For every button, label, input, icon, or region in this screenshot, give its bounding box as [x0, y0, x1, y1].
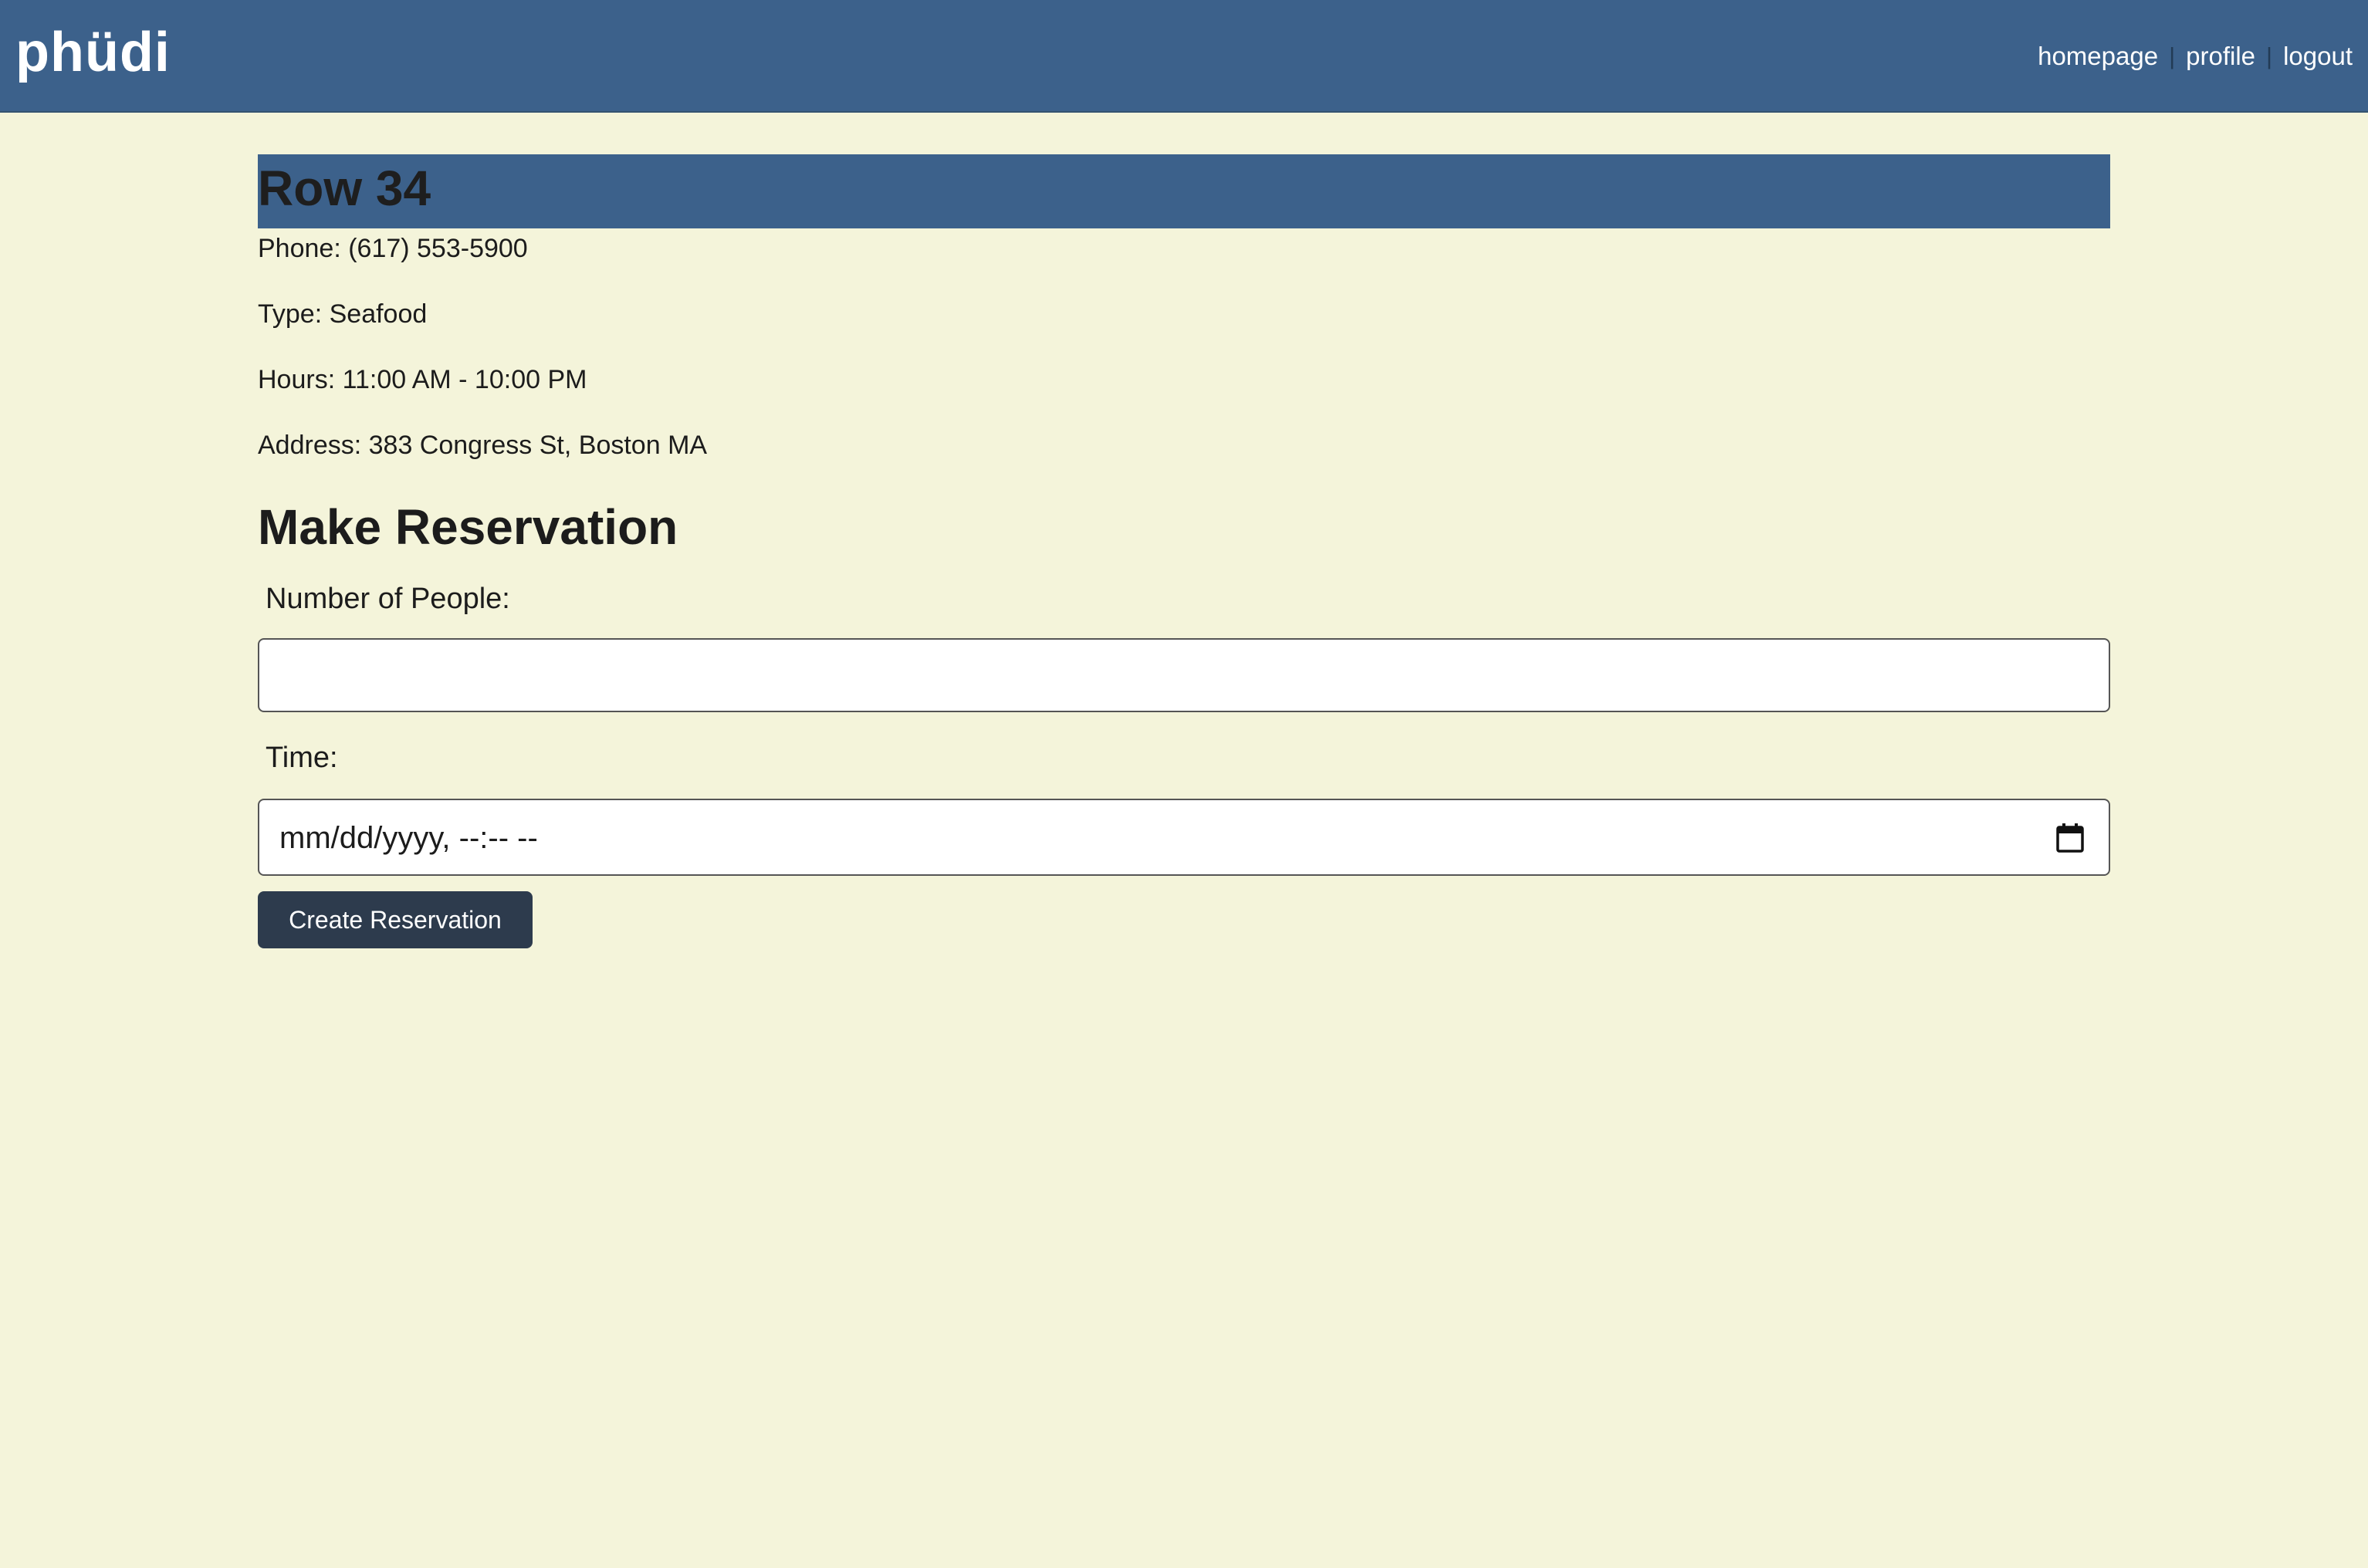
reservation-title: Make Reservation — [258, 499, 678, 555]
restaurant-name-banner: Row 34 — [258, 154, 2110, 228]
nav-link-profile[interactable]: profile — [2186, 39, 2255, 74]
reservation-form: Number of People: Time: mm/dd/yyyy, --:-… — [258, 580, 2110, 948]
main-content: Row 34 Phone: (617) 553-5900 Type: Seafo… — [258, 154, 2110, 948]
nav-link-homepage[interactable]: homepage — [2038, 39, 2158, 74]
restaurant-name: Row 34 — [258, 161, 431, 216]
time-input[interactable]: mm/dd/yyyy, --:-- -- — [258, 799, 2110, 876]
nav-link-logout[interactable]: logout — [2283, 39, 2353, 74]
restaurant-hours: Hours: 11:00 AM - 10:00 PM — [258, 365, 587, 394]
top-navbar: phüdi homepage | profile | logout — [0, 0, 2368, 113]
site-logo[interactable]: phüdi — [15, 19, 171, 86]
time-input-placeholder: mm/dd/yyyy, --:-- -- — [279, 821, 538, 855]
nav-links: homepage | profile | logout — [2038, 39, 2353, 74]
nav-separator: | — [2169, 42, 2176, 69]
restaurant-address: Address: 383 Congress St, Boston MA — [258, 431, 708, 460]
create-reservation-button[interactable]: Create Reservation — [258, 891, 533, 948]
time-label: Time: — [266, 742, 338, 774]
people-input[interactable] — [258, 638, 2110, 712]
restaurant-type: Type: Seafood — [258, 299, 428, 329]
people-label: Number of People: — [266, 583, 510, 615]
nav-separator: | — [2266, 42, 2273, 69]
restaurant-phone: Phone: (617) 553-5900 — [258, 234, 528, 263]
calendar-icon[interactable] — [2056, 823, 2084, 853]
